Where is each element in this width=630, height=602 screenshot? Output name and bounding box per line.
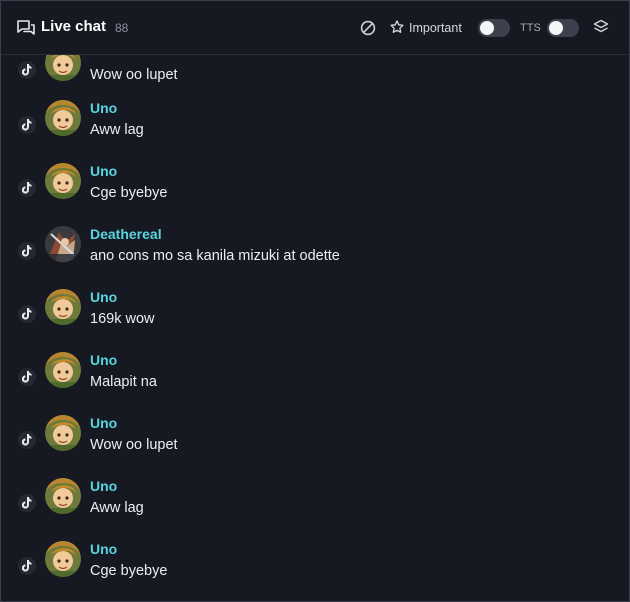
chat-message: Deathereal ano cons mo sa kanila mizuki … <box>1 226 629 289</box>
avatar[interactable] <box>45 415 81 451</box>
tts-toggle[interactable] <box>547 19 579 37</box>
username[interactable]: Uno <box>90 415 117 431</box>
message-text: Cge byebye <box>90 185 168 201</box>
avatar[interactable] <box>45 352 81 388</box>
tiktok-icon <box>18 116 36 134</box>
chat-bubbles-icon <box>17 20 35 36</box>
message-text: Wow oo lupet <box>90 437 178 453</box>
tiktok-icon <box>18 431 36 449</box>
message-text: Aww lag <box>90 122 144 138</box>
username[interactable]: Uno <box>90 352 117 368</box>
tiktok-icon <box>18 368 36 386</box>
chat-message: Uno Cge byebye <box>1 541 629 601</box>
message-text: Aww lag <box>90 500 144 516</box>
toggle-knob <box>549 21 563 35</box>
avatar[interactable] <box>45 226 81 262</box>
layers-icon[interactable] <box>593 19 609 36</box>
live-chat-panel: Wow oo lupet Uno Aww lag Uno Cge byebye … <box>0 0 630 602</box>
avatar[interactable] <box>45 541 81 577</box>
message-text: 169k wow <box>90 311 155 327</box>
viewer-count: 88 <box>115 21 129 35</box>
chat-message: Uno Aww lag <box>1 100 629 163</box>
ban-icon[interactable] <box>360 20 376 36</box>
username[interactable]: Uno <box>90 478 117 494</box>
avatar[interactable] <box>45 163 81 199</box>
message-text: Wow oo lupet <box>90 67 178 83</box>
important-label: Important <box>409 21 462 35</box>
page-title: Live chat <box>41 18 107 35</box>
chat-message: Uno Wow oo lupet <box>1 415 629 478</box>
avatar[interactable] <box>45 289 81 325</box>
tts-label: TTS <box>520 22 541 34</box>
message-text: Cge byebye <box>90 563 168 579</box>
chat-message: Uno Cge byebye <box>1 163 629 226</box>
message-list[interactable]: Wow oo lupet Uno Aww lag Uno Cge byebye … <box>1 1 629 601</box>
username[interactable]: Uno <box>90 163 117 179</box>
important-toggle[interactable] <box>478 19 510 37</box>
chat-message: Uno 169k wow <box>1 289 629 352</box>
tiktok-icon <box>18 179 36 197</box>
tiktok-icon <box>18 61 36 79</box>
chat-message: Uno Aww lag <box>1 478 629 541</box>
tiktok-icon <box>18 242 36 260</box>
chat-message: Uno Malapit na <box>1 352 629 415</box>
message-text: ano cons mo sa kanila mizuki at odette <box>90 248 340 264</box>
tiktok-icon <box>18 305 36 323</box>
tiktok-icon <box>18 494 36 512</box>
tiktok-icon <box>18 557 36 575</box>
username[interactable]: Uno <box>90 100 117 116</box>
star-icon <box>390 20 404 34</box>
message-text: Malapit na <box>90 374 157 390</box>
avatar[interactable] <box>45 100 81 136</box>
username[interactable]: Uno <box>90 289 117 305</box>
username[interactable]: Uno <box>90 541 117 557</box>
username[interactable]: Deathereal <box>90 226 162 242</box>
chat-header: Live chat 88 Important TTS <box>1 1 629 55</box>
avatar[interactable] <box>45 478 81 514</box>
toggle-knob <box>480 21 494 35</box>
